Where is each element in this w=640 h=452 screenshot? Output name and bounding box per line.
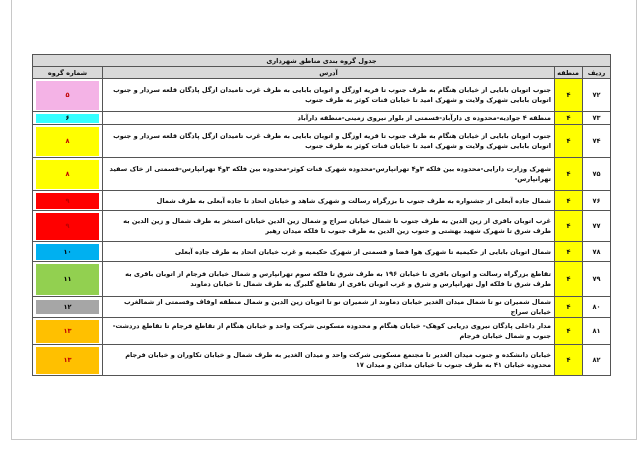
zone-cell: ۴ [554,317,584,345]
table-row: ۷۶ ۴ شمال جاده آبعلی از جشنواره به طرف جنو… [31,190,612,211]
group-color-swatch: ۸ [36,126,100,156]
group-color-swatch: ۱۳ [36,346,100,374]
row-number-cell: ۷۳ [582,111,612,125]
header-row-number: ردیف [582,66,612,79]
zone-cell: ۴ [554,124,584,158]
table-header-row: ردیف منطقه آدرس شماره گروه [31,66,612,79]
group-cell: ۵ [31,78,104,112]
group-color-swatch: ۹ [36,192,100,209]
zone-cell: ۴ [554,344,584,376]
table-row: ۷۸ ۴ شمال اتوبان بابایی از حکیمیه تا شهرک … [31,241,612,262]
group-cell: ۸ [31,157,104,191]
group-color-swatch: ۱۳ [36,319,100,343]
group-color-swatch: ۱۱ [36,263,100,295]
address-cell: شمال اتوبان بابایی از حکیمیه تا شهرک هوا… [102,241,556,262]
table-row: ۷۹ ۴ تقاطع بزرگراه رسالت و اتوبان باقری تا… [31,261,612,297]
zone-cell: ۴ [554,111,584,125]
grouping-table: جدول گروه بندی مناطق شهرداری ردیف منطقه … [31,54,612,376]
address-cell: شمال شمیران نو تا شمال میدان الغدیر خیاب… [102,296,556,318]
zone-cell: ۴ [554,78,584,112]
group-color-swatch: ۸ [36,159,100,189]
zone-cell: ۴ [554,261,584,297]
group-cell: ۱۳ [31,317,104,345]
group-color-swatch: ۵ [36,80,100,110]
address-cell: منطقه ۴ جوادیه-محدوده ی دارآباد-قسمتی از… [102,111,556,125]
row-number-cell: ۷۹ [582,261,612,297]
group-cell: ۹ [31,190,104,211]
group-cell: ۱۲ [31,296,104,318]
row-number-cell: ۷۴ [582,124,612,158]
table-row: ۸۱ ۴ مدار داخلی پادگان نیروی دریایی کوهک- … [31,317,612,345]
table-row: ۸۰ ۴ شمال شمیران نو تا شمال میدان الغدیر خ… [31,296,612,318]
address-cell: تقاطع بزرگراه رسالت و اتوبان باقری تا خی… [102,261,556,297]
address-cell: خیابان دانشکده و جنوب میدان الغدیر تا مج… [102,344,556,376]
address-cell: مدار داخلی پادگان نیروی دریایی کوهک- خیا… [102,317,556,345]
row-number-cell: ۸۰ [582,296,612,318]
zone-cell: ۴ [554,210,584,242]
header-zone: منطقه [554,66,584,79]
table-row: ۷۳ ۴ منطقه ۴ جوادیه-محدوده ی دارآباد-قسمتی… [31,111,612,125]
zone-cell: ۴ [554,157,584,191]
table-row: ۷۲ ۴ جنوب اتوبان بابایی از خیابان هنگام به… [31,78,612,112]
table-title: جدول گروه بندی مناطق شهرداری [31,54,612,67]
table-row: ۷۷ ۴ غرب اتوبان باقری از زین الدین به طرف … [31,210,612,242]
row-number-cell: ۷۶ [582,190,612,211]
table-row: ۸۲ ۴ خیابان دانشکده و جنوب میدان الغدیر تا… [31,344,612,376]
group-cell: ۱۰ [31,241,104,262]
group-cell: ۸ [31,124,104,158]
group-cell: ۱۳ [31,344,104,376]
row-number-cell: ۸۱ [582,317,612,345]
header-group: شماره گروه [31,66,104,79]
address-cell: جنوب اتوبان بابایی از خیابان هنگام به طر… [102,124,556,158]
address-cell: شهرک وزارت دارایی-محدوده بین فلکه ۳و۴ ته… [102,157,556,191]
row-number-cell: ۷۲ [582,78,612,112]
group-color-swatch: ۹ [36,212,100,240]
zone-cell: ۴ [554,241,584,262]
zone-cell: ۴ [554,190,584,211]
group-color-swatch: ۶ [36,113,100,123]
address-cell: غرب اتوبان باقری از زین الدین به طرف جنو… [102,210,556,242]
table-row: ۷۴ ۴ جنوب اتوبان بابایی از خیابان هنگام به… [31,124,612,158]
group-cell: ۶ [31,111,104,125]
table-title-row: جدول گروه بندی مناطق شهرداری [31,54,612,67]
group-cell: ۹ [31,210,104,242]
row-number-cell: ۷۸ [582,241,612,262]
address-cell: شمال جاده آبعلی از جشنواره به طرف جنوب ت… [102,190,556,211]
group-color-swatch: ۱۲ [36,300,100,314]
row-number-cell: ۷۵ [582,157,612,191]
header-address: آدرس [102,66,556,79]
group-cell: ۱۱ [31,261,104,297]
address-cell: جنوب اتوبان بابایی از خیابان هنگام به طر… [102,78,556,112]
row-number-cell: ۷۷ [582,210,612,242]
zone-cell: ۴ [554,296,584,318]
row-number-cell: ۸۲ [582,344,612,376]
table-row: ۷۵ ۴ شهرک وزارت دارایی-محدوده بین فلکه ۳و۴… [31,157,612,191]
group-color-swatch: ۱۰ [36,243,100,260]
